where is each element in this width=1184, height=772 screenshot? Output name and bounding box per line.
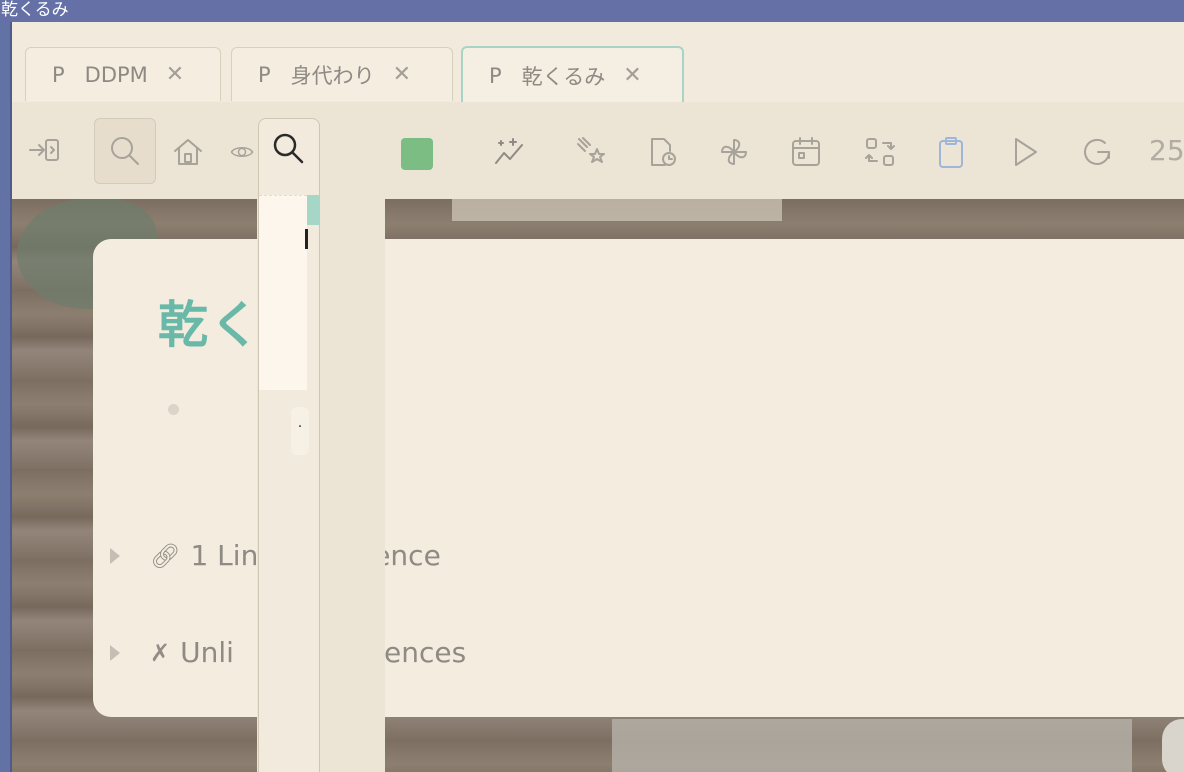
window-title: 乾くるみ	[0, 0, 1184, 22]
stars-icon[interactable]	[572, 132, 612, 172]
link-icon: 🔗︎	[150, 541, 181, 570]
app-window: P DDPM ✕ P 身代わり ✕ P 乾くるみ ✕ 25 乾く 🔗︎ 1 Li…	[12, 22, 1184, 772]
search-result-item[interactable]	[259, 195, 307, 390]
tab-ddpm[interactable]: P DDPM ✕	[25, 47, 221, 101]
search-button[interactable]	[94, 118, 156, 184]
swap-icon[interactable]	[860, 132, 900, 172]
background-object	[612, 719, 1132, 772]
search-icon	[111, 137, 139, 165]
tab-label: DDPM	[84, 62, 148, 87]
unlinked-references-label-left: Unli	[180, 636, 234, 669]
empty-block-bullet[interactable]	[168, 404, 179, 415]
pinwheel-icon[interactable]	[714, 132, 754, 172]
page-clock-icon[interactable]	[642, 132, 682, 172]
search-icon[interactable]	[270, 130, 310, 170]
search-result-highlight	[307, 195, 319, 225]
tab-page-marker: P	[258, 62, 271, 87]
text-cursor	[305, 229, 308, 249]
search-option-chip[interactable]: ·	[291, 407, 309, 455]
eye-icon[interactable]	[230, 132, 254, 172]
collapse-triangle-icon[interactable]	[110, 644, 120, 661]
toolbar-counter: 25	[1149, 134, 1184, 167]
background-object	[1162, 719, 1184, 772]
sidebar-toggle-icon[interactable]	[24, 130, 64, 170]
home-icon[interactable]	[168, 132, 208, 172]
calendar-icon[interactable]	[786, 132, 826, 172]
graph-sparkle-icon[interactable]	[490, 132, 530, 172]
refresh-icon[interactable]	[1077, 132, 1117, 172]
tab-inui-kurumi[interactable]: P 乾くるみ ✕	[461, 46, 684, 103]
page-title[interactable]: 乾く	[158, 285, 262, 357]
tab-page-marker: P	[489, 63, 502, 88]
tab-bar: P DDPM ✕ P 身代わり ✕ P 乾くるみ ✕	[12, 22, 1184, 103]
close-icon[interactable]: ✕	[623, 63, 641, 88]
close-icon[interactable]: ✕	[393, 62, 411, 87]
tab-migawari[interactable]: P 身代わり ✕	[231, 47, 453, 101]
tab-label: 身代わり	[290, 63, 375, 88]
collapse-triangle-icon[interactable]	[110, 547, 120, 564]
swatch-fill	[401, 138, 433, 170]
play-icon[interactable]	[1005, 132, 1045, 172]
linked-references-label-left: 1 Lin	[190, 539, 259, 572]
clipboard-icon[interactable]	[931, 132, 971, 172]
close-icon[interactable]: ✕	[166, 62, 184, 87]
tab-label: 乾くるみ	[521, 64, 606, 89]
color-swatch[interactable]	[397, 134, 437, 174]
unlink-icon: ✗	[150, 638, 171, 667]
background-object	[452, 199, 782, 221]
tab-page-marker: P	[52, 62, 65, 87]
